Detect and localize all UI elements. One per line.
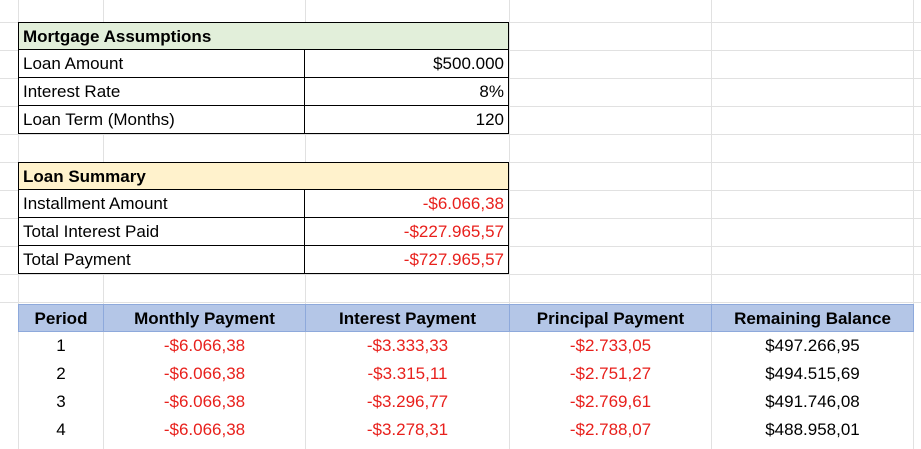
- header-remaining-balance[interactable]: Remaining Balance: [711, 304, 914, 332]
- cell-remaining-balance[interactable]: $491.746,08: [711, 388, 914, 416]
- cell-monthly-payment[interactable]: -$6.066,38: [103, 332, 306, 360]
- summary-label-total-interest[interactable]: Total Interest Paid: [18, 218, 305, 246]
- summary-value-installment[interactable]: -$6.066,38: [304, 190, 509, 218]
- cell-period[interactable]: 1: [18, 332, 104, 360]
- assumption-label-interest-rate[interactable]: Interest Rate: [18, 78, 305, 106]
- assumption-label-loan-term[interactable]: Loan Term (Months): [18, 106, 305, 134]
- header-period[interactable]: Period: [18, 304, 104, 332]
- summary-label-installment[interactable]: Installment Amount: [18, 190, 305, 218]
- summary-title[interactable]: Loan Summary: [18, 162, 509, 190]
- assumptions-title[interactable]: Mortgage Assumptions: [18, 22, 509, 50]
- cell-principal-payment[interactable]: -$2.769,61: [509, 388, 712, 416]
- cell-period[interactable]: 4: [18, 416, 104, 444]
- cell-remaining-balance[interactable]: $494.515,69: [711, 360, 914, 388]
- cell-period[interactable]: 2: [18, 360, 104, 388]
- assumption-value-loan-term[interactable]: 120: [304, 106, 509, 134]
- cell-monthly-payment[interactable]: -$6.066,38: [103, 360, 306, 388]
- gridline: [0, 134, 921, 135]
- gridline: [0, 274, 921, 275]
- cell-interest-payment[interactable]: -$3.296,77: [305, 388, 510, 416]
- cell-remaining-balance[interactable]: $488.958,01: [711, 416, 914, 444]
- header-interest-payment[interactable]: Interest Payment: [305, 304, 510, 332]
- assumption-value-loan-amount[interactable]: $500.000: [304, 50, 509, 78]
- gridline: [0, 302, 921, 303]
- cell-interest-payment[interactable]: -$3.333,33: [305, 332, 510, 360]
- cell-principal-payment[interactable]: -$2.733,05: [509, 332, 712, 360]
- cell-monthly-payment[interactable]: -$6.066,38: [103, 416, 306, 444]
- summary-value-total-payment[interactable]: -$727.965,57: [304, 246, 509, 274]
- header-principal-payment[interactable]: Principal Payment: [509, 304, 712, 332]
- assumption-label-loan-amount[interactable]: Loan Amount: [18, 50, 305, 78]
- cell-period[interactable]: 3: [18, 388, 104, 416]
- summary-label-total-payment[interactable]: Total Payment: [18, 246, 305, 274]
- assumption-value-interest-rate[interactable]: 8%: [304, 78, 509, 106]
- header-monthly-payment[interactable]: Monthly Payment: [103, 304, 306, 332]
- cell-interest-payment[interactable]: -$3.315,11: [305, 360, 510, 388]
- cell-principal-payment[interactable]: -$2.751,27: [509, 360, 712, 388]
- cell-interest-payment[interactable]: -$3.278,31: [305, 416, 510, 444]
- cell-monthly-payment[interactable]: -$6.066,38: [103, 388, 306, 416]
- cell-principal-payment[interactable]: -$2.788,07: [509, 416, 712, 444]
- summary-value-total-interest[interactable]: -$227.965,57: [304, 218, 509, 246]
- cell-remaining-balance[interactable]: $497.266,95: [711, 332, 914, 360]
